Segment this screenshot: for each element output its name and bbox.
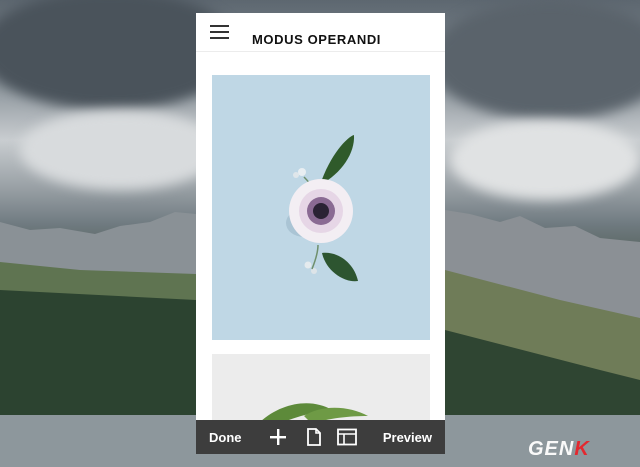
site-header: MODUS OPERANDI xyxy=(196,13,445,52)
flower-photo[interactable] xyxy=(212,75,430,340)
layout-icon[interactable] xyxy=(337,428,357,446)
page-icon[interactable] xyxy=(305,428,323,446)
phone-preview: MODUS OPERANDI xyxy=(196,13,445,453)
plus-icon[interactable] xyxy=(269,428,287,446)
hamburger-menu-icon[interactable] xyxy=(210,25,229,39)
anemone-flower-image xyxy=(286,135,358,282)
preview-button[interactable]: Preview xyxy=(383,430,432,445)
site-title: MODUS OPERANDI xyxy=(252,32,382,47)
editor-toolbar: Done Preview xyxy=(196,420,445,454)
genk-watermark-logo: GENK xyxy=(528,438,590,460)
done-button[interactable]: Done xyxy=(209,430,242,445)
